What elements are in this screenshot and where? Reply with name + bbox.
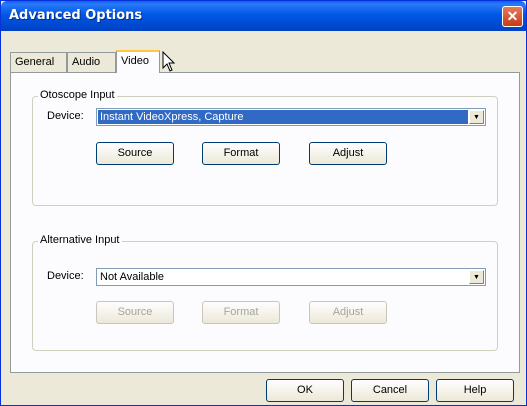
otoscope-adjust-button[interactable]: Adjust — [309, 142, 387, 165]
otoscope-device-select[interactable]: Instant VideoXpress, Capture ▼ — [96, 108, 486, 126]
alternative-input-group: Alternative Input Device: Not Available … — [32, 234, 498, 351]
mouse-pointer-icon — [162, 51, 176, 72]
tab-video[interactable]: Video — [116, 50, 160, 73]
otoscope-format-button[interactable]: Format — [202, 142, 280, 165]
otoscope-source-button[interactable]: Source — [96, 142, 174, 165]
help-button[interactable]: Help — [436, 379, 514, 402]
otoscope-group-label: Otoscope Input — [38, 89, 117, 101]
dialog-client-area: General Audio Video Otoscope Input Devic… — [4, 31, 523, 404]
chevron-down-icon[interactable]: ▼ — [469, 270, 484, 284]
advanced-options-dialog: Advanced Options ✕ General Audio Video O… — [0, 0, 527, 406]
otoscope-device-value: Instant VideoXpress, Capture — [98, 110, 468, 124]
alternative-format-button: Format — [202, 301, 280, 324]
tab-audio[interactable]: Audio — [67, 52, 116, 72]
alternative-adjust-button: Adjust — [309, 301, 387, 324]
close-button[interactable]: ✕ — [502, 6, 523, 27]
video-tab-panel: Otoscope Input Device: Instant VideoXpre… — [10, 72, 520, 373]
alternative-source-button: Source — [96, 301, 174, 324]
otoscope-input-group: Otoscope Input Device: Instant VideoXpre… — [32, 89, 498, 206]
otoscope-device-label: Device: — [47, 110, 84, 122]
alternative-device-value: Not Available — [100, 271, 165, 283]
cancel-button[interactable]: Cancel — [351, 379, 429, 402]
chevron-down-icon[interactable]: ▼ — [469, 110, 484, 124]
tab-general[interactable]: General — [10, 52, 67, 72]
alternative-device-select[interactable]: Not Available ▼ — [96, 268, 486, 286]
close-icon: ✕ — [506, 8, 519, 24]
alternative-group-label: Alternative Input — [38, 234, 122, 246]
ok-button[interactable]: OK — [266, 379, 344, 402]
title-bar[interactable]: Advanced Options ✕ — [1, 1, 526, 31]
alternative-device-label: Device: — [47, 270, 84, 282]
window-title: Advanced Options — [9, 8, 143, 23]
